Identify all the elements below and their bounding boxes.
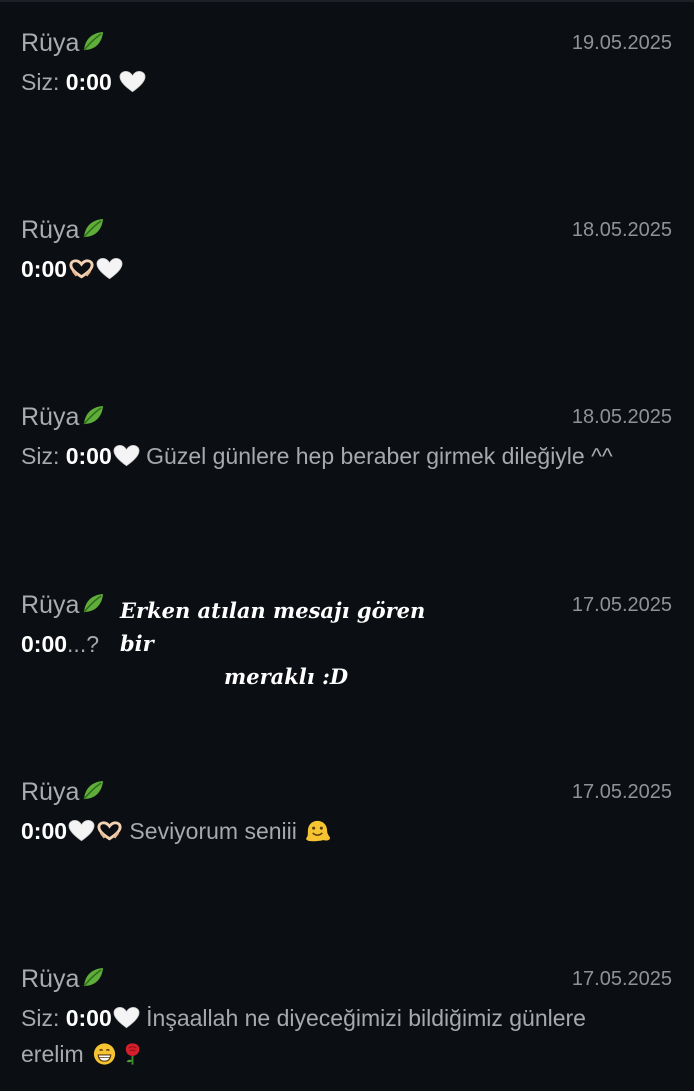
leaf-icon (83, 32, 104, 51)
message-date: 17.05.2025 (571, 594, 672, 616)
sender-name: Rüya (21, 777, 105, 807)
white-heart-icon (113, 445, 140, 467)
leaf-icon (83, 781, 104, 800)
heart-hands-icon (97, 821, 122, 841)
sender-label: Rüya (21, 965, 80, 993)
sender-label: Rüya (21, 216, 80, 244)
message-text: Güzel günlere hep beraber girmek dileğiy… (139, 443, 613, 469)
conversation-item[interactable]: Rüya 18.05.2025 Siz: 0:00 Güzel günlere … (0, 402, 694, 552)
conversation-item[interactable]: Rüya 17.05.2025 0:00 Seviyorum seniii (0, 777, 694, 927)
leaf-icon (83, 406, 104, 425)
caption-line-2: meraklı :D (224, 664, 349, 689)
message-text: ...? (67, 631, 100, 657)
white-heart-icon (68, 820, 95, 842)
caption-line-1: Erken atılan mesajı gören bir (120, 598, 426, 656)
sender-name: Rüya (21, 964, 105, 994)
sender-name: Rüya (21, 402, 105, 432)
sender-label: Rüya (21, 778, 80, 806)
leaf-icon (83, 594, 104, 613)
sender-label: Rüya (21, 403, 80, 431)
white-heart-icon (113, 1007, 140, 1029)
message-time: 0:00 (21, 631, 68, 657)
sender-name: Rüya (21, 590, 105, 620)
top-divider (0, 0, 694, 2)
conversation-item[interactable]: Rüya 17.05.2025 Siz: 0:00 İnşaallah ne d… (0, 964, 694, 1091)
message-time: 0:00 (21, 818, 68, 844)
message-preview: 0:00 (21, 251, 641, 287)
message-text: Seviyorum seniii (123, 818, 297, 844)
message-preview: Siz: 0:00 İnşaallah ne diyeceğimizi bild… (21, 1000, 641, 1072)
conversation-item[interactable]: Rüya 19.05.2025 Siz: 0:00 (0, 28, 694, 178)
message-date: 18.05.2025 (571, 219, 672, 241)
message-date: 19.05.2025 (571, 32, 672, 54)
sender-prefix: Siz: (21, 443, 66, 469)
grinning-face-icon (93, 1043, 116, 1065)
sender-name: Rüya (21, 28, 105, 58)
message-date: 17.05.2025 (571, 968, 672, 990)
message-preview: Siz: 0:00 Güzel günlere hep beraber girm… (21, 438, 641, 474)
sender-name: Rüya (21, 215, 105, 245)
overlay-caption: Erken atılan mesajı gören bir meraklı :D (120, 594, 450, 693)
message-preview: 0:00 Seviyorum seniii (21, 813, 641, 849)
message-time: 0:00 (65, 1005, 112, 1031)
sender-prefix: Siz: (21, 1005, 66, 1031)
heart-hands-icon (69, 259, 94, 279)
leaf-icon (83, 219, 104, 238)
message-date: 17.05.2025 (571, 781, 672, 803)
message-time: 0:00 (65, 443, 112, 469)
message-time: 0:00 (65, 69, 112, 95)
message-date: 18.05.2025 (571, 406, 672, 428)
conversation-item[interactable]: Rüya 18.05.2025 0:00 (0, 215, 694, 365)
message-time: 0:00 (21, 256, 68, 282)
message-preview: Siz: 0:00 (21, 64, 641, 100)
white-heart-icon (96, 258, 123, 280)
leaf-icon (83, 968, 104, 987)
sender-label: Rüya (21, 591, 80, 619)
rose-icon (125, 1043, 140, 1065)
sender-prefix: Siz: (21, 69, 66, 95)
white-heart-icon (119, 71, 146, 93)
sender-label: Rüya (21, 29, 80, 57)
melting-face-icon (306, 820, 331, 842)
